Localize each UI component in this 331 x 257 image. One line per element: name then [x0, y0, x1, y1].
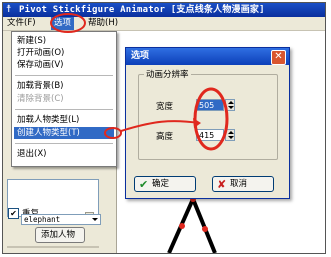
annotation-circle-options — [50, 13, 86, 33]
annotation-arrow — [120, 120, 200, 132]
annotation-overlay — [50, 13, 229, 151]
app-window: ☨ Pivot Stickfigure Animator [支点线条人物漫画家]… — [2, 2, 326, 254]
annotation-circle-create-figure — [104, 127, 122, 139]
annotation-arrowhead — [193, 118, 201, 128]
annotation-circle-resolution — [193, 87, 229, 151]
